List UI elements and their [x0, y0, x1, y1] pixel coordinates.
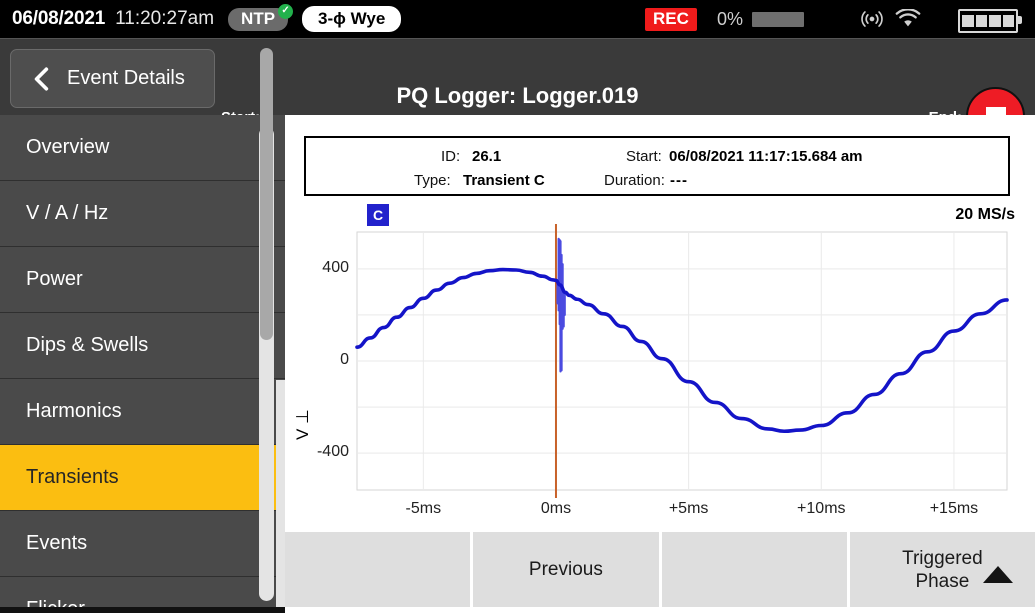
ntp-indicator: NTP ✓ — [228, 3, 294, 31]
battery-icon — [958, 9, 1022, 33]
sidebar-item-power[interactable]: Power — [0, 247, 285, 313]
broadcast-icon — [861, 11, 883, 27]
page-header: Event Details PQ Logger: Logger.019 Star… — [0, 38, 1035, 146]
x-tick-label: -5ms — [405, 500, 442, 517]
event-info-box: ID: 26.1 Type: Transient C Start: 06/08/… — [304, 136, 1010, 196]
wiring-config-badge: 3-ϕ Wye — [302, 6, 402, 32]
footer-button-label: Triggered Phase — [902, 547, 983, 592]
event-type-label: Type: — [414, 172, 451, 189]
status-time: 11:20:27am — [115, 8, 215, 29]
sidebar-item-events[interactable]: Events — [0, 511, 285, 577]
x-tick-label: +10ms — [797, 500, 846, 517]
event-start-label: Start: — [626, 148, 662, 165]
y-tick-label: 400 — [322, 258, 349, 276]
sidebar-item-label: Overview — [26, 136, 110, 158]
status-bar: 06/08/2021 11:20:27am NTP ✓ 3-ϕ Wye REC … — [0, 0, 1035, 38]
event-start-value: 06/08/2021 11:17:15.684 am — [669, 148, 863, 165]
y-tick-label: 0 — [340, 351, 349, 368]
page-title: PQ Logger: Logger.019 — [396, 83, 639, 108]
sidebar-item-label: Harmonics — [26, 400, 122, 422]
triggered-phase-button[interactable]: Triggered Phase — [849, 532, 1035, 607]
y-tick-label: -400 — [316, 443, 349, 461]
sidebar-item-harmonics[interactable]: Harmonics — [0, 379, 285, 445]
wifi-icon — [895, 9, 921, 27]
event-id-label: ID: — [441, 148, 461, 165]
sidebar-item-transients[interactable]: Transients — [0, 445, 285, 511]
memory-bar — [752, 12, 804, 27]
event-id-value: 26.1 — [472, 148, 502, 165]
footer-bottom-strip — [285, 607, 1035, 613]
device-screen: 06/08/2021 11:20:27am NTP ✓ 3-ϕ Wye REC … — [0, 0, 1035, 613]
event-duration-label: Duration: — [604, 172, 665, 189]
sidebar-item-v-a-hz[interactable]: V / A / Hz — [0, 181, 285, 247]
sidebar-item-label: Events — [26, 532, 88, 554]
sidebar-item-label: Dips & Swells — [26, 334, 149, 356]
bottom-filler — [0, 607, 285, 613]
sidebar-nav: Overview V / A / Hz Power Dips & Swells … — [0, 115, 285, 613]
arrow-up-icon — [983, 566, 1013, 583]
memory-percent: 0% — [717, 9, 744, 29]
sidebar-item-label: Transients — [26, 466, 119, 488]
rec-badge: REC — [645, 8, 697, 31]
sidebar-item-label: V / A / Hz — [26, 202, 109, 224]
x-tick-label: 0ms — [540, 500, 572, 517]
sidebar-item-dips-swells[interactable]: Dips & Swells — [0, 313, 285, 379]
previous-button[interactable]: Previous — [473, 532, 659, 607]
waveform-plot[interactable]: V ⊥ 400 0 -400 -5ms 0ms +5ms +10ms +15ms — [285, 215, 1035, 525]
event-type-value: Transient C — [463, 172, 545, 189]
check-icon: ✓ — [278, 3, 294, 19]
sidebar-item-label: Power — [26, 268, 83, 290]
sidebar-scroll-edge — [276, 380, 285, 613]
x-tick-label: +15ms — [929, 500, 979, 517]
event-duration-value: --- — [670, 172, 688, 189]
y-axis-label: V ⊥ — [293, 409, 312, 440]
footer-button-1[interactable] — [285, 532, 471, 607]
status-date: 06/08/2021 — [12, 8, 106, 29]
chart-canvas — [355, 224, 1009, 498]
sidebar-scrollbar-thumb[interactable] — [260, 48, 273, 340]
footer-button-label: Previous — [528, 559, 603, 580]
footer-button-3[interactable] — [661, 532, 847, 607]
footer-toolbar: Previous Triggered Phase — [285, 532, 1035, 607]
x-tick-label: +5ms — [668, 500, 709, 517]
sidebar-item-overview[interactable]: Overview — [0, 115, 285, 181]
